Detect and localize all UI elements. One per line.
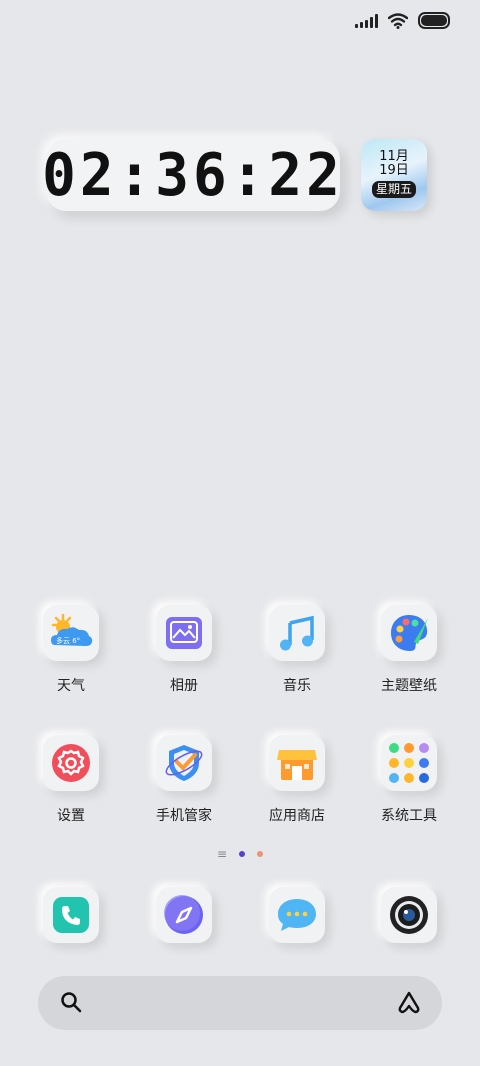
app-store[interactable]: 应用商店 (247, 735, 347, 825)
clock-time: 02:36:22 (42, 140, 344, 210)
search-icon[interactable] (60, 991, 82, 1013)
app-label: 手机管家 (156, 808, 212, 824)
date-weekday: 星期五 (371, 181, 416, 198)
date-month: 11月 (379, 149, 409, 164)
system-tools-icon (381, 735, 437, 791)
app-label: 天气 (57, 678, 85, 694)
app-system-tools[interactable]: 系统工具 (359, 735, 459, 825)
assistant-icon[interactable] (396, 990, 422, 1016)
messages-icon (269, 887, 325, 943)
app-label: 相册 (170, 678, 198, 694)
dock-camera[interactable] (359, 887, 459, 943)
dock-messages[interactable] (247, 887, 347, 943)
app-label: 设置 (57, 808, 85, 824)
page-indicator[interactable]: ≡ (0, 848, 480, 860)
app-label: 音乐 (283, 678, 311, 694)
battery-icon (418, 12, 450, 29)
app-music[interactable]: 音乐 (247, 605, 347, 695)
weather-icon: 多云 6° (43, 605, 99, 661)
dock-phone[interactable] (21, 887, 121, 943)
theme-icon (381, 605, 437, 661)
clock-widget[interactable]: 02:36:22 (42, 139, 340, 211)
music-icon (269, 605, 325, 661)
date-widget[interactable]: 11月 19日 星期五 (361, 139, 427, 211)
page-dot[interactable] (257, 851, 264, 857)
app-list-icon[interactable]: ≡ (217, 848, 227, 860)
app-label: 应用商店 (269, 808, 325, 824)
app-store-icon (269, 735, 325, 791)
page-dot-active[interactable] (239, 851, 246, 857)
dock-browser[interactable] (134, 887, 234, 943)
app-weather[interactable]: 多云 6° 天气 (21, 605, 121, 695)
search-bar[interactable] (38, 976, 442, 1030)
camera-icon (381, 887, 437, 943)
phone-manager-icon (156, 735, 212, 791)
app-phone-manager[interactable]: 手机管家 (134, 735, 234, 825)
settings-icon (43, 735, 99, 791)
svg-text:多云 6°: 多云 6° (56, 636, 80, 645)
app-settings[interactable]: 设置 (21, 735, 121, 825)
app-label: 系统工具 (381, 808, 437, 824)
app-gallery[interactable]: 相册 (134, 605, 234, 695)
app-label: 主题壁纸 (381, 678, 437, 694)
date-day: 19日 (379, 163, 409, 178)
phone-icon (43, 887, 99, 943)
wifi-icon (388, 12, 408, 29)
gallery-icon (156, 605, 212, 661)
browser-icon (156, 887, 212, 943)
app-theme[interactable]: 主题壁纸 (359, 605, 459, 695)
status-bar (355, 12, 450, 29)
signal-icon (355, 13, 378, 28)
